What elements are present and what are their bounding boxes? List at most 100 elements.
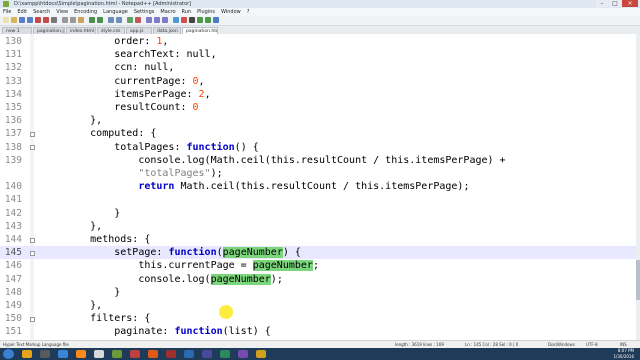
app-icon[interactable] — [220, 350, 230, 358]
new-file-icon[interactable] — [3, 17, 9, 23]
code-text[interactable]: totalPages: function() { — [42, 141, 259, 154]
code-line[interactable]: 145 setPage: function(pageNumber) { — [0, 246, 636, 260]
indent-guide-icon[interactable] — [173, 17, 179, 23]
menu-window[interactable]: Window — [221, 8, 241, 16]
maximize-button[interactable]: □ — [609, 0, 621, 7]
code-line[interactable]: 148 } — [0, 286, 636, 299]
menu-edit[interactable]: Edit — [17, 8, 27, 16]
code-text[interactable]: } — [42, 207, 120, 220]
print-icon[interactable] — [51, 17, 57, 23]
paste-icon[interactable] — [78, 17, 84, 23]
zoom-in-icon[interactable] — [127, 17, 133, 23]
app-icon[interactable] — [238, 350, 248, 358]
menu-plugins[interactable]: Plugins — [197, 8, 215, 16]
scrollbar-thumb[interactable] — [636, 260, 640, 300]
word-icon[interactable] — [184, 350, 194, 358]
code-text[interactable]: order: 1, — [42, 35, 168, 48]
code-text[interactable]: }, — [42, 220, 102, 233]
run-macro-multiple-icon[interactable] — [205, 17, 211, 23]
save-all-icon[interactable] — [27, 17, 33, 23]
code-text[interactable]: filters: { — [42, 312, 150, 325]
code-text[interactable]: "totalPages"); — [42, 167, 222, 180]
code-editor[interactable]: 130 order: 1, 131 searchText: null, 132 cc… — [0, 34, 640, 340]
close-file-icon[interactable] — [35, 17, 41, 23]
media-player-icon[interactable] — [40, 350, 50, 358]
open-file-icon[interactable] — [11, 17, 17, 23]
code-line[interactable]: 142 } — [0, 207, 636, 220]
code-line[interactable]: 147 console.log(pageNumber); — [0, 273, 636, 286]
menu-help[interactable]: ? — [247, 8, 250, 16]
tab-style-css[interactable]: style.css — [97, 27, 125, 34]
play-macro-icon[interactable] — [197, 17, 203, 23]
tab-pagination-html[interactable]: pagination.html — [182, 27, 218, 34]
file-explorer-icon[interactable] — [22, 350, 32, 358]
minimize-button[interactable]: – — [596, 0, 608, 7]
app-icon[interactable] — [202, 350, 212, 358]
menu-search[interactable]: Search — [33, 8, 50, 16]
sync-scroll-icon[interactable] — [146, 17, 152, 23]
system-clock[interactable]: 8:07 PM 1/30/2016 — [613, 348, 634, 360]
record-macro-icon[interactable] — [181, 17, 187, 23]
code-line[interactable]: 130 order: 1, — [0, 35, 636, 48]
code-text[interactable]: return Math.ceil(this.resultCount / this… — [42, 180, 469, 193]
tab-pagination-js[interactable]: pagination.js — [33, 27, 65, 34]
menu-view[interactable]: View — [56, 8, 68, 16]
save-macro-icon[interactable] — [213, 17, 219, 23]
menu-run[interactable]: Run — [182, 8, 192, 16]
save-icon[interactable] — [19, 17, 25, 23]
tab-app-js[interactable]: app.js — [126, 27, 152, 34]
code-line[interactable]: 135 resultCount: 0 — [0, 101, 636, 114]
replace-icon[interactable] — [116, 17, 122, 23]
code-line[interactable]: 140 return Math.ceil(this.resultCount / … — [0, 180, 636, 193]
xampp-icon[interactable] — [148, 350, 158, 358]
filezilla-icon[interactable] — [130, 350, 140, 358]
undo-icon[interactable] — [89, 17, 95, 23]
fold-toggle-setpage[interactable] — [30, 251, 35, 256]
code-line[interactable]: 149 }, — [0, 299, 636, 312]
code-line[interactable]: 141 — [0, 193, 636, 206]
code-text[interactable]: itemsPerPage: 2, — [42, 88, 210, 101]
code-text[interactable]: this.currentPage = pageNumber; — [42, 259, 319, 272]
code-line[interactable]: 134 itemsPerPage: 2, — [0, 88, 636, 101]
app-icon[interactable] — [166, 350, 176, 358]
menu-macro[interactable]: Macro — [160, 8, 175, 16]
code-line[interactable]: "totalPages"); — [0, 167, 636, 180]
code-line[interactable]: 144 methods: { — [0, 233, 636, 246]
find-icon[interactable] — [108, 17, 114, 23]
tab-data-json[interactable]: data.json — [153, 27, 181, 34]
code-text[interactable]: paginate: function(list) { — [42, 325, 271, 338]
notepadpp-taskbar-icon[interactable] — [112, 350, 122, 358]
code-line[interactable]: 136 }, — [0, 114, 636, 127]
close-button[interactable]: × — [622, 0, 638, 7]
menu-file[interactable]: File — [3, 8, 11, 16]
close-all-icon[interactable] — [43, 17, 49, 23]
code-text[interactable]: setPage: function(pageNumber) { — [42, 246, 301, 259]
tab-new-1[interactable]: new 1 — [2, 27, 32, 34]
code-line[interactable]: 151 paginate: function(list) { — [0, 325, 636, 338]
redo-icon[interactable] — [97, 17, 103, 23]
cut-icon[interactable] — [62, 17, 68, 23]
code-text[interactable]: resultCount: 0 — [42, 101, 198, 114]
code-text[interactable]: currentPage: 0, — [42, 75, 204, 88]
code-text[interactable]: }, — [42, 299, 102, 312]
show-all-chars-icon[interactable] — [162, 17, 168, 23]
code-line[interactable]: 132 ccn: null, — [0, 61, 636, 74]
fold-toggle-totalpages[interactable] — [30, 145, 35, 150]
code-line[interactable]: 138 totalPages: function() { — [0, 141, 636, 154]
menu-language[interactable]: Language — [103, 8, 128, 16]
code-text[interactable]: searchText: null, — [42, 48, 216, 61]
fold-toggle-computed[interactable] — [30, 132, 35, 137]
code-line[interactable]: 133 currentPage: 0, — [0, 75, 636, 88]
code-text[interactable]: computed: { — [42, 127, 156, 140]
code-line[interactable]: 131 searchText: null, — [0, 48, 636, 61]
code-line[interactable]: 150 filters: { — [0, 312, 636, 325]
chrome-icon[interactable] — [94, 350, 104, 358]
code-line[interactable]: 139 console.log(Math.ceil(this.resultCou… — [0, 154, 636, 167]
stop-macro-icon[interactable] — [189, 17, 195, 23]
code-text[interactable]: methods: { — [42, 233, 150, 246]
fold-toggle-methods[interactable] — [30, 238, 35, 243]
code-line[interactable]: 143 }, — [0, 220, 636, 233]
code-text[interactable]: } — [42, 286, 120, 299]
zoom-out-icon[interactable] — [135, 17, 141, 23]
app-icon[interactable] — [256, 350, 266, 358]
